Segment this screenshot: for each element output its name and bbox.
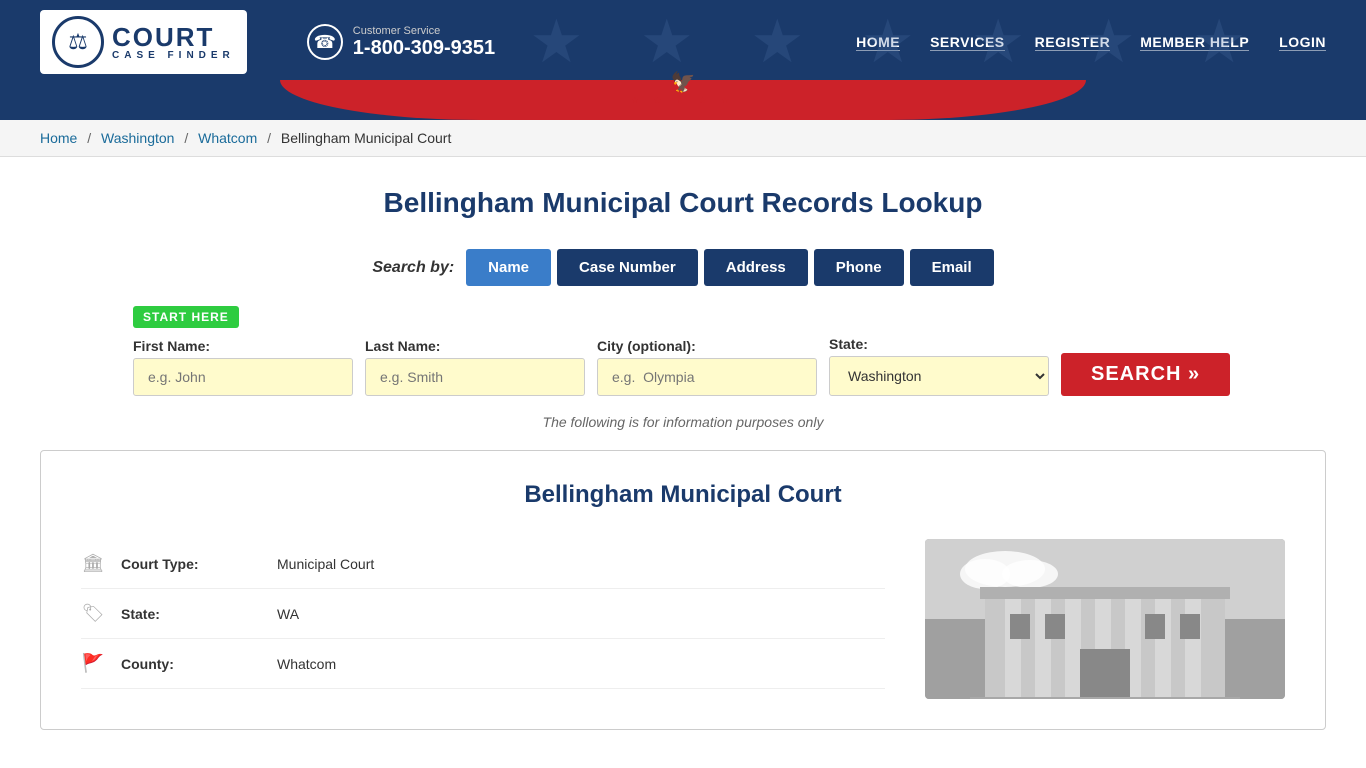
- info-note: The following is for information purpose…: [133, 414, 1233, 430]
- wave-banner: 🦅 ★ ★ ★ ★ ★: [0, 84, 1366, 120]
- court-details: 🏛 Court Type: Municipal Court 🏷 State: W…: [81, 539, 1285, 699]
- last-name-group: Last Name:: [365, 338, 585, 396]
- customer-service-label: Customer Service: [353, 25, 495, 37]
- eagle-icon: 🦅: [631, 70, 735, 95]
- state-row: 🏷 State: WA: [81, 589, 885, 639]
- stars-decoration: ★ ★ ★ ★ ★: [631, 95, 735, 106]
- nav-home[interactable]: HOME: [856, 34, 900, 51]
- logo-title: COURT: [112, 24, 235, 50]
- search-button[interactable]: SEARCH »: [1061, 353, 1230, 396]
- tab-email[interactable]: Email: [910, 249, 994, 286]
- customer-service: ☎ Customer Service 1-800-309-9351: [307, 24, 495, 60]
- court-type-row: 🏛 Court Type: Municipal Court: [81, 539, 885, 589]
- page-title: Bellingham Municipal Court Records Looku…: [40, 187, 1326, 219]
- first-name-group: First Name:: [133, 338, 353, 396]
- state-select[interactable]: Washington Alabama Alaska Arizona Califo…: [829, 356, 1049, 396]
- tab-name[interactable]: Name: [466, 249, 551, 286]
- search-row: Search by: Name Case Number Address Phon…: [40, 249, 1326, 286]
- state-value: WA: [277, 606, 299, 622]
- court-type-icon: 🏛: [81, 553, 105, 574]
- nav-services[interactable]: SERVICES: [930, 34, 1005, 51]
- city-input[interactable]: [597, 358, 817, 396]
- state-label-detail: State:: [121, 606, 261, 622]
- first-name-label: First Name:: [133, 338, 353, 354]
- tab-case-number[interactable]: Case Number: [557, 249, 698, 286]
- phone-icon: ☎: [307, 24, 343, 60]
- county-label: County:: [121, 656, 261, 672]
- search-form: START HERE First Name: Last Name: City (…: [133, 306, 1233, 430]
- city-group: City (optional):: [597, 338, 817, 396]
- eagle-area: 🦅 ★ ★ ★ ★ ★: [631, 70, 735, 106]
- nav-login[interactable]: LOGIN: [1279, 34, 1326, 51]
- breadcrumb-home[interactable]: Home: [40, 130, 77, 146]
- first-name-input[interactable]: [133, 358, 353, 396]
- breadcrumb-state[interactable]: Washington: [101, 130, 174, 146]
- start-here-badge: START HERE: [133, 306, 239, 328]
- logo-subtitle: CASE FINDER: [112, 50, 235, 61]
- last-name-input[interactable]: [365, 358, 585, 396]
- main-content: Bellingham Municipal Court Records Looku…: [0, 157, 1366, 760]
- customer-service-phone: 1-800-309-9351: [353, 37, 495, 60]
- city-label: City (optional):: [597, 338, 817, 354]
- court-details-left: 🏛 Court Type: Municipal Court 🏷 State: W…: [81, 539, 885, 699]
- main-nav: HOME SERVICES REGISTER MEMBER HELP LOGIN: [856, 34, 1326, 51]
- nav-member-help[interactable]: MEMBER HELP: [1140, 34, 1249, 51]
- county-row: 🚩 County: Whatcom: [81, 639, 885, 689]
- state-icon: 🏷: [81, 603, 105, 624]
- tab-phone[interactable]: Phone: [814, 249, 904, 286]
- state-label: State:: [829, 336, 1049, 352]
- court-type-value: Municipal Court: [277, 556, 374, 572]
- state-group: State: Washington Alabama Alaska Arizona…: [829, 336, 1049, 396]
- form-fields: First Name: Last Name: City (optional): …: [133, 336, 1233, 396]
- logo-icon: ⚖: [52, 16, 104, 68]
- court-type-label: Court Type:: [121, 556, 261, 572]
- last-name-label: Last Name:: [365, 338, 585, 354]
- court-info-box: Bellingham Municipal Court 🏛 Court Type:…: [40, 450, 1326, 730]
- tab-address[interactable]: Address: [704, 249, 808, 286]
- breadcrumb-court: Bellingham Municipal Court: [281, 130, 451, 146]
- county-value: Whatcom: [277, 656, 336, 672]
- nav-register[interactable]: REGISTER: [1035, 34, 1111, 51]
- court-info-title: Bellingham Municipal Court: [81, 481, 1285, 509]
- search-by-label: Search by:: [372, 259, 454, 277]
- court-photo: [925, 539, 1285, 699]
- county-icon: 🚩: [81, 653, 105, 674]
- breadcrumb: Home / Washington / Whatcom / Bellingham…: [0, 120, 1366, 157]
- court-building-image: [925, 539, 1285, 699]
- breadcrumb-county[interactable]: Whatcom: [198, 130, 257, 146]
- logo[interactable]: ⚖ COURT CASE FINDER: [40, 10, 247, 74]
